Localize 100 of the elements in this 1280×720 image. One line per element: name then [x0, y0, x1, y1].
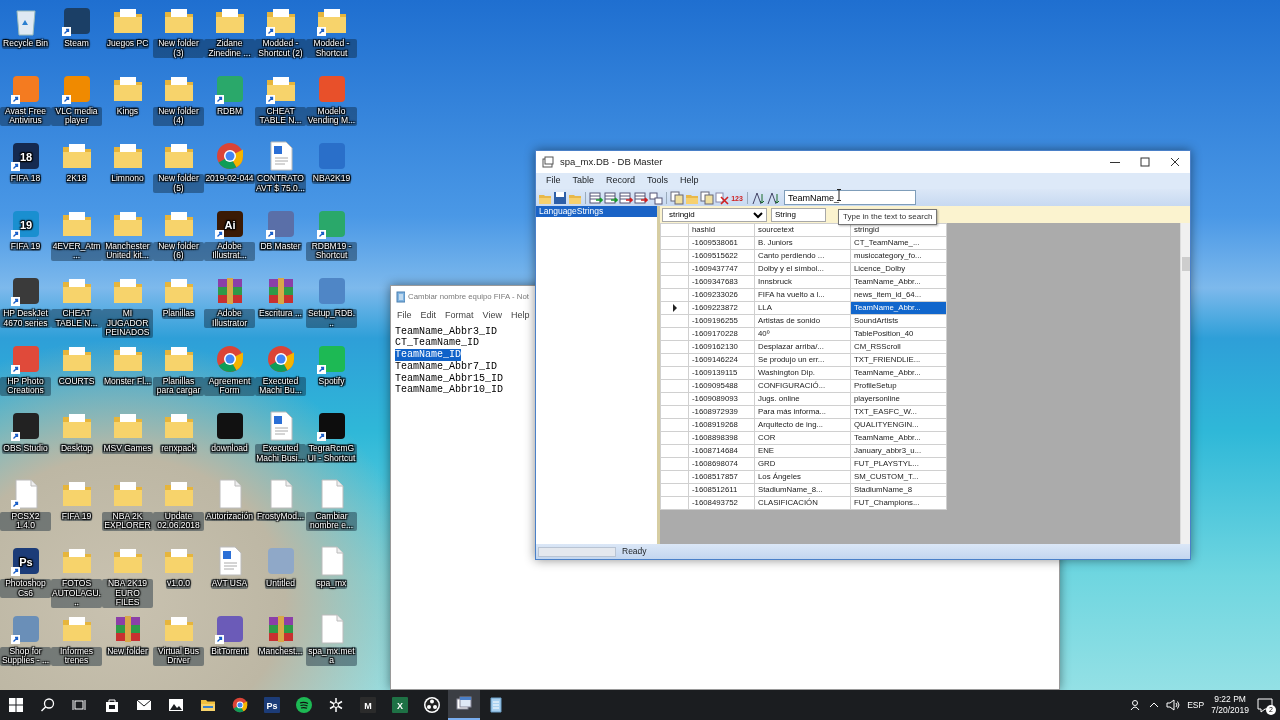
- desktop-item[interactable]: Modelo Vending M...: [306, 70, 357, 138]
- desktop-item[interactable]: FIFA 19: [51, 475, 102, 543]
- desktop-item[interactable]: download: [204, 408, 255, 476]
- copy-icon[interactable]: [670, 190, 684, 205]
- desktop-item[interactable]: Adobe Illustrator: [204, 273, 255, 341]
- desktop-item[interactable]: NBA2K19: [306, 138, 357, 206]
- sort-icon[interactable]: [751, 190, 765, 205]
- desktop-item[interactable]: NBA 2K19 EURO FILES: [102, 543, 153, 611]
- desktop-item[interactable]: Juegos PC: [102, 3, 153, 71]
- desktop-item[interactable]: New folder (5): [153, 138, 204, 206]
- desktop-item[interactable]: RDBM: [204, 70, 255, 138]
- menu-item[interactable]: Format: [445, 309, 474, 323]
- desktop-item[interactable]: New folder (3): [153, 3, 204, 71]
- desktop-item[interactable]: Limnono: [102, 138, 153, 206]
- desktop-item[interactable]: VLC media player: [51, 70, 102, 138]
- desktop-item[interactable]: Agreement Form: [204, 340, 255, 408]
- desktop-item[interactable]: COURTS: [51, 340, 102, 408]
- desktop-item[interactable]: Modded - Shortcut (2): [255, 3, 306, 71]
- desktop-item[interactable]: OBS Studio: [0, 408, 51, 476]
- menu-item[interactable]: Record: [600, 174, 642, 188]
- desktop-item[interactable]: FrostyMod...: [255, 475, 306, 543]
- sort-icon[interactable]: [766, 190, 780, 205]
- desktop-item[interactable]: spa_mx: [306, 543, 357, 611]
- desktop-item[interactable]: Executed Machi Bu...: [255, 340, 306, 408]
- menu-item[interactable]: Help: [674, 174, 705, 188]
- desktop-item[interactable]: Virtual Bus Driver: [153, 610, 204, 678]
- desktop-item[interactable]: Modded - Shortcut: [306, 3, 357, 71]
- desktop-item[interactable]: MSV Games: [102, 408, 153, 476]
- desktop-item[interactable]: Planillas: [153, 273, 204, 341]
- desktop-item[interactable]: BitTorrent: [204, 610, 255, 678]
- desktop-item[interactable]: Shop for Supplies - ...: [0, 610, 51, 678]
- menu-item[interactable]: File: [540, 174, 567, 188]
- desktop-item[interactable]: Monster Fl...: [102, 340, 153, 408]
- desktop-item[interactable]: Kings: [102, 70, 153, 138]
- desktop-item[interactable]: 18 FIFA 18: [0, 138, 51, 206]
- desktop-item[interactable]: renxpack: [153, 408, 204, 476]
- desktop-item[interactable]: PCSX2 1.4.0: [0, 475, 51, 543]
- column-dropdown[interactable]: stringid: [662, 207, 767, 222]
- copy-icon[interactable]: [700, 190, 714, 205]
- volume-icon[interactable]: [1166, 699, 1181, 711]
- menu-item[interactable]: View: [482, 309, 502, 323]
- search-field[interactable]: TeamName_: [784, 190, 916, 205]
- desktop-item[interactable]: Recycle Bin: [0, 3, 51, 71]
- desktop-item[interactable]: MI JUGADOR PEINADOS: [102, 273, 153, 341]
- desktop-item[interactable]: CHEAT TABLE N...: [51, 273, 102, 341]
- desktop-item[interactable]: Untitled: [255, 543, 306, 611]
- desktop-item[interactable]: New folder (6): [153, 205, 204, 273]
- desktop-item[interactable]: 2019-02-044: [204, 138, 255, 206]
- menu-item[interactable]: File: [397, 309, 412, 323]
- desktop-item[interactable]: 19 FIFA 19: [0, 205, 51, 273]
- desktop-item[interactable]: Avast Free Antivirus: [0, 70, 51, 138]
- chevron-up-icon[interactable]: [1149, 700, 1160, 710]
- desktop-item[interactable]: RDBM19 - Shortcut: [306, 205, 357, 273]
- menu-item[interactable]: Table: [566, 174, 601, 188]
- desktop-item[interactable]: Cambiar nombre e...: [306, 475, 357, 543]
- desktop-item[interactable]: Manchester United kit...: [102, 205, 153, 273]
- scrollbar[interactable]: [1180, 223, 1190, 544]
- desktop-item[interactable]: Steam: [51, 3, 102, 71]
- desktop-item[interactable]: Spotify: [306, 340, 357, 408]
- taskbar-button[interactable]: Ps: [256, 690, 288, 720]
- desktop-item[interactable]: Ps Photoshop Cs6: [0, 543, 51, 611]
- desktop-item[interactable]: Ai Adobe Illustrat...: [204, 205, 255, 273]
- desktop-item[interactable]: NBA 2K EXPLORER: [102, 475, 153, 543]
- taskbar-button[interactable]: [448, 690, 480, 720]
- taskbar-button[interactable]: M: [352, 690, 384, 720]
- desktop-item[interactable]: Manchest...: [255, 610, 306, 678]
- tree-item[interactable]: LanguageStrings: [536, 206, 657, 217]
- table-icon[interactable]: [649, 190, 663, 205]
- desktop-item[interactable]: CONTRATO AVT $ 75.0...: [255, 138, 306, 206]
- menu-item[interactable]: Edit: [420, 309, 437, 323]
- desktop-item[interactable]: Informes trenes: [51, 610, 102, 678]
- desktop-item[interactable]: Desktop: [51, 408, 102, 476]
- desktop-item[interactable]: HP Photo Creations: [0, 340, 51, 408]
- desktop-item[interactable]: Planillas para cargar: [153, 340, 204, 408]
- desktop-item[interactable]: Executed Machi Busi...: [255, 408, 306, 476]
- desktop-item[interactable]: Escritura ...: [255, 273, 306, 341]
- desktop-item[interactable]: 2K18: [51, 138, 102, 206]
- desktop-item[interactable]: v1.0.0: [153, 543, 204, 611]
- desktop-item[interactable]: spa_mx.meta: [306, 610, 357, 678]
- delete-icon[interactable]: [715, 190, 729, 205]
- desktop-item[interactable]: Update 02.06.2018: [153, 475, 204, 543]
- taskbar-button[interactable]: X: [384, 690, 416, 720]
- desktop-item[interactable]: HP DeskJet 4670 series: [0, 273, 51, 341]
- desktop-item[interactable]: Autorización: [204, 475, 255, 543]
- desktop-item[interactable]: FOTOS AUTOLAGU...: [51, 543, 102, 611]
- menu-item[interactable]: Tools: [641, 174, 675, 188]
- language-indicator[interactable]: ESP: [1187, 698, 1205, 712]
- desktop-item[interactable]: AVT USA: [204, 543, 255, 611]
- desktop-item[interactable]: TegraRcmGUI - Shortcut: [306, 408, 357, 476]
- desktop-item[interactable]: DB Master: [255, 205, 306, 273]
- desktop-item[interactable]: Zidane Zinedine ...: [204, 3, 255, 71]
- desktop-item[interactable]: CHEAT TABLE N...: [255, 70, 306, 138]
- desktop-item[interactable]: 4EVER_Atm...: [51, 205, 102, 273]
- filter-field[interactable]: String: [771, 207, 826, 222]
- text-line: CT_TeamName_ID: [395, 337, 479, 350]
- desktop-item[interactable]: Setup_RDB...: [306, 273, 357, 341]
- desktop-item[interactable]: New folder (4): [153, 70, 204, 138]
- menu-item[interactable]: Help: [510, 309, 530, 323]
- desktop-item[interactable]: New folder: [102, 610, 153, 678]
- save-icon[interactable]: [553, 190, 567, 205]
